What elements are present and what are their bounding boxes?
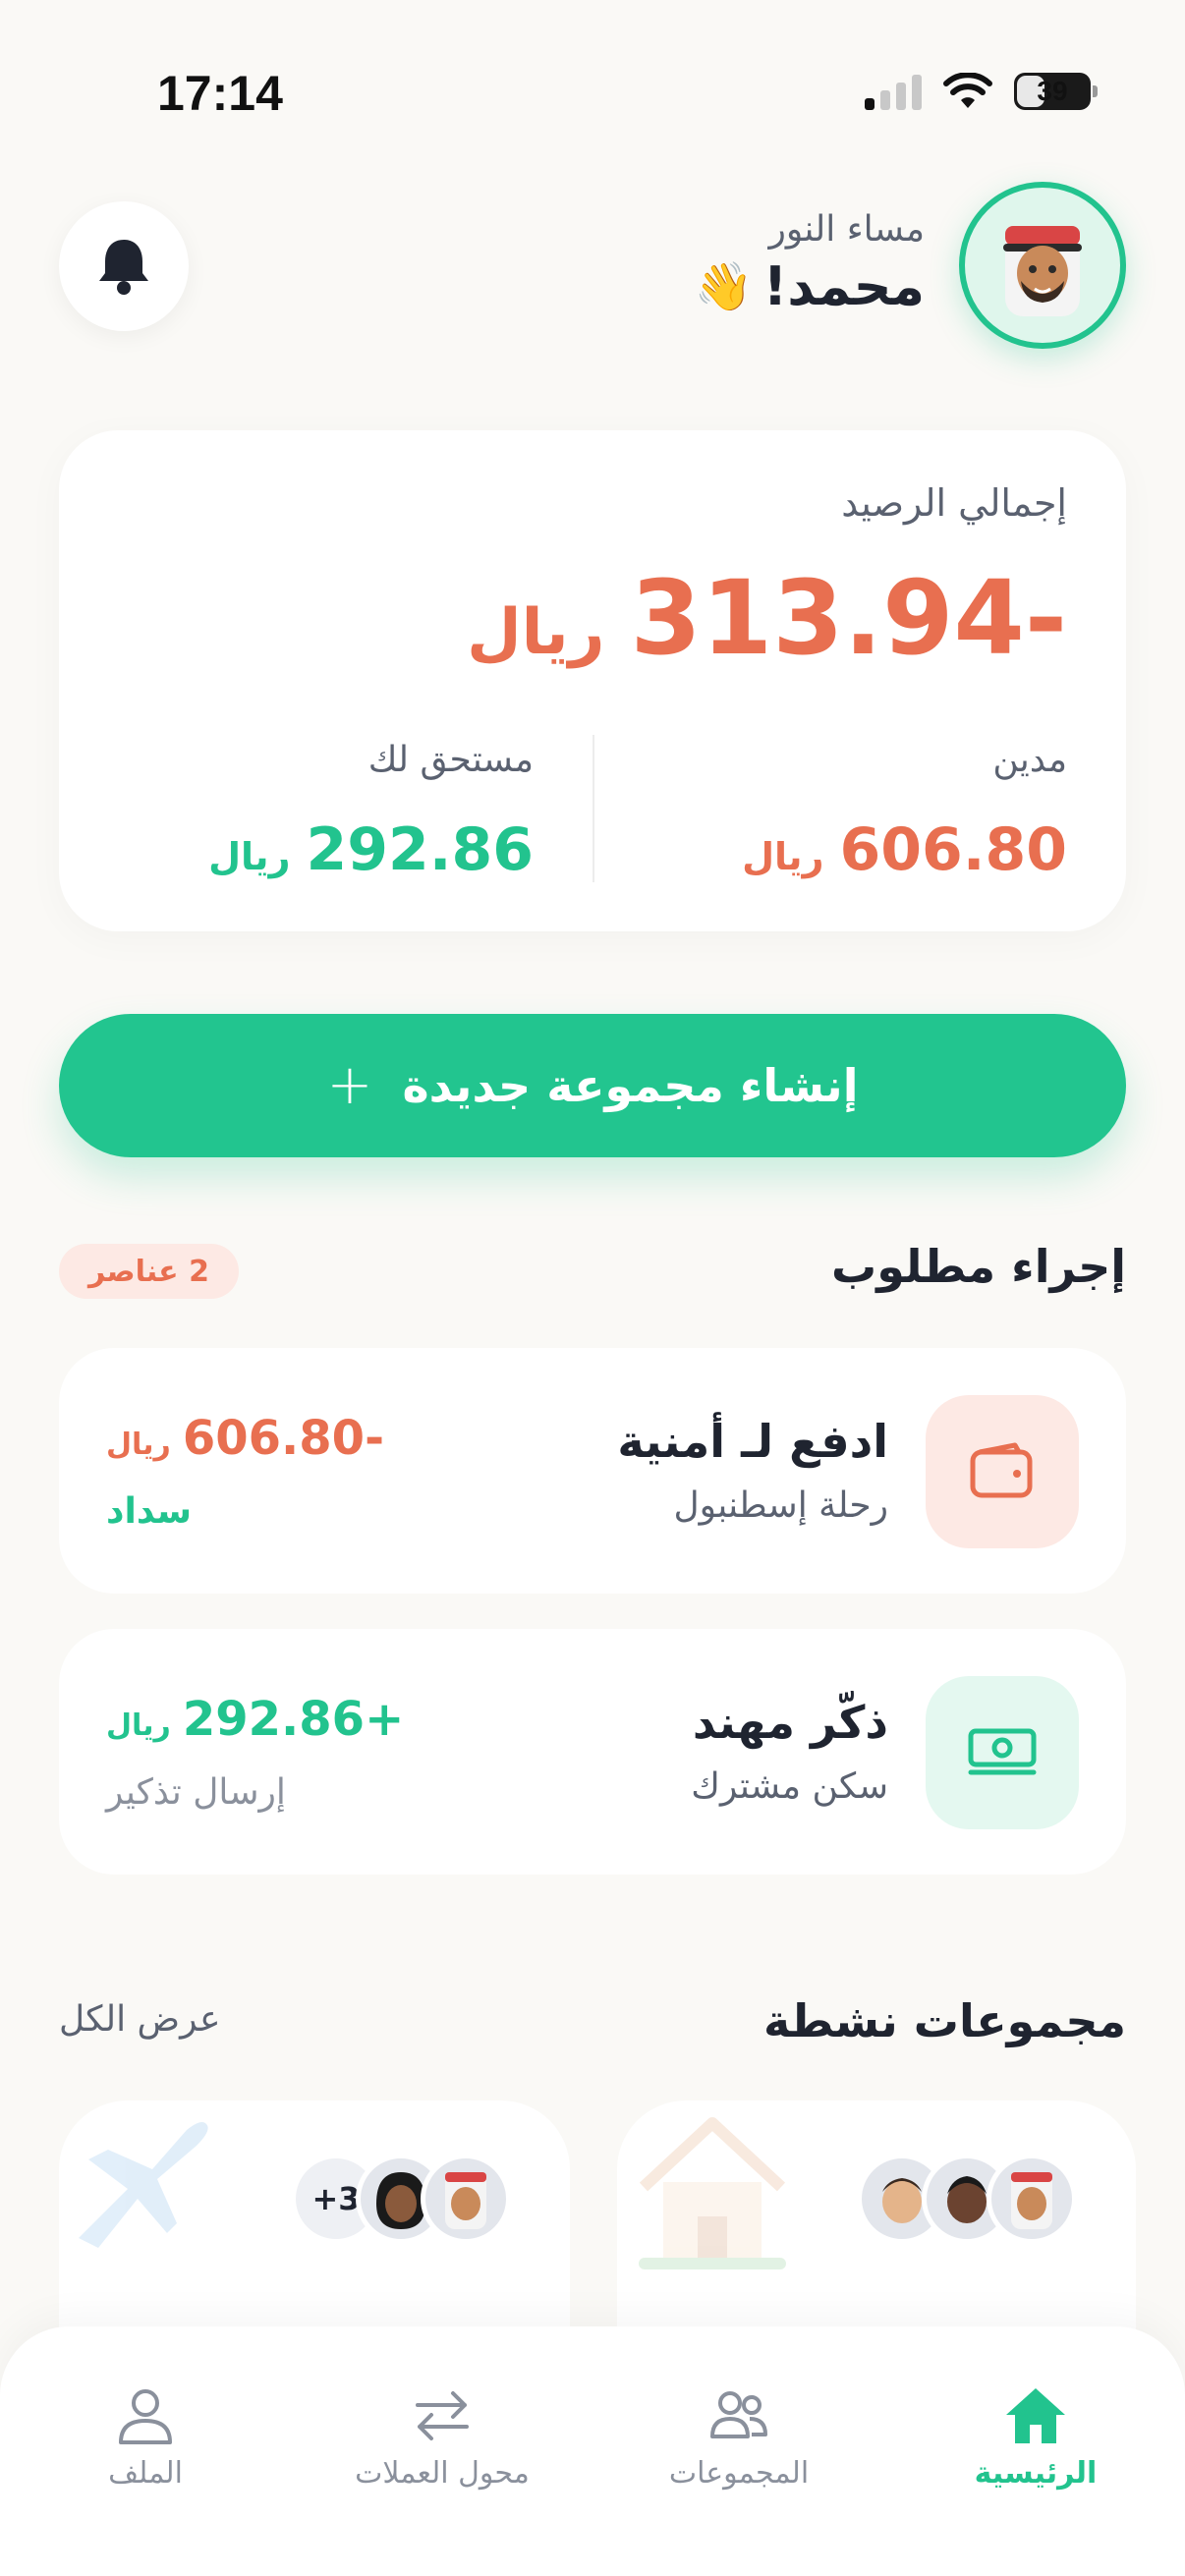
action-amount-value: 292.86+: [182, 1692, 405, 1747]
battery-icon: 39: [1014, 73, 1098, 110]
action-title: ذكّر مهند: [692, 1696, 888, 1749]
wallet-icon: [970, 1442, 1033, 1498]
member-avatar-icon: [987, 2154, 1077, 2244]
greeting-text: مساء النور: [768, 209, 925, 250]
nav-groups-tab[interactable]: المجموعات: [611, 2385, 867, 2491]
header: مساء النور محمد! 👋: [59, 182, 1126, 349]
pay-button[interactable]: سداد: [106, 1491, 192, 1532]
member-avatar-icon: [421, 2154, 511, 2244]
user-name: محمد!: [762, 255, 925, 317]
due-label: مستحق لك: [367, 740, 534, 780]
create-group-button[interactable]: إنشاء مجموعة جديدة +: [59, 1014, 1126, 1157]
action-title: ادفع لـ أمنية: [617, 1415, 888, 1468]
total-balance-label: إجمالي الرصيد: [841, 481, 1067, 525]
profile-icon: [119, 2389, 172, 2444]
nav-label: المجموعات: [668, 2456, 810, 2491]
action-amount: ريال 292.86+: [106, 1692, 404, 1747]
total-balance-value: 313.94-: [630, 558, 1068, 678]
bottom-nav: الرئيسية المجموعات محول العملات الملف: [0, 2326, 1185, 2576]
due-value: 292.86: [306, 815, 534, 884]
action-subtitle: رحلة إسطنبول: [673, 1485, 888, 1526]
nav-label: محول العملات: [355, 2456, 530, 2491]
currency-label: ريال: [742, 835, 824, 878]
nav-home-tab[interactable]: الرئيسية: [908, 2385, 1163, 2491]
nav-profile-tab[interactable]: الملف: [18, 2385, 273, 2491]
wifi-icon: [943, 73, 992, 108]
currency-label: ريال: [106, 1428, 171, 1462]
divider: [592, 735, 594, 882]
currency-converter-icon: [416, 2391, 469, 2440]
status-icons: 39: [865, 73, 1098, 110]
action-card-pay[interactable]: ادفع لـ أمنية رحلة إسطنبول ريال 606.80- …: [59, 1348, 1126, 1594]
active-groups-title: مجموعات نشطة: [762, 1994, 1126, 2047]
currency-label: ريال: [208, 835, 291, 878]
user-name-row: محمد! 👋: [695, 255, 925, 317]
action-amount-value: 606.80-: [182, 1411, 384, 1466]
due-section: مستحق لك 292.86 ريال: [121, 740, 534, 884]
status-time: 17:14: [157, 66, 283, 121]
action-subtitle: سكن مشترك: [691, 1766, 888, 1807]
nav-label: الرئيسية: [974, 2456, 1098, 2491]
owed-amount: 606.80 ريال: [654, 815, 1067, 884]
status-bar: 17:14 39: [0, 0, 1185, 187]
owed-label: مدين: [992, 740, 1067, 780]
airplane-icon: [79, 2122, 208, 2248]
see-all-link[interactable]: عرض الكل: [59, 1999, 220, 2040]
group-members: +3: [291, 2154, 511, 2244]
waving-hand-icon: 👋: [694, 259, 754, 314]
action-amount: ريال 606.80-: [106, 1411, 384, 1466]
currency-label: ريال: [106, 1708, 171, 1743]
home-icon: [1006, 2388, 1065, 2443]
items-count-badge: 2 عناصر: [59, 1244, 239, 1299]
balance-card: إجمالي الرصيد ريال 313.94- مدين 606.80 ر…: [59, 430, 1126, 931]
owed-value: 606.80: [839, 815, 1067, 884]
total-balance-amount: ريال 313.94-: [467, 558, 1067, 678]
house-icon: [639, 2117, 786, 2269]
create-group-label: إنشاء مجموعة جديدة: [402, 1059, 859, 1112]
nav-label: الملف: [108, 2456, 183, 2491]
groups-icon: [710, 2391, 767, 2438]
cellular-signal-icon: [865, 73, 922, 110]
group-members: [857, 2154, 1077, 2244]
cash-icon: [968, 1728, 1037, 1775]
greeting-block: مساء النور محمد! 👋: [695, 209, 925, 317]
avatar[interactable]: [959, 182, 1126, 349]
plus-icon: +: [326, 1053, 373, 1117]
user-avatar-icon: [1003, 226, 1082, 316]
wallet-icon-box: [926, 1395, 1079, 1548]
notifications-button[interactable]: [59, 201, 189, 331]
action-card-remind[interactable]: ذكّر مهند سكن مشترك ريال 292.86+ إرسال ت…: [59, 1629, 1126, 1875]
bell-icon: [99, 240, 148, 295]
action-required-title: إجراء مطلوب: [831, 1240, 1126, 1293]
battery-percent: 39: [1037, 76, 1068, 106]
cash-icon-box: [926, 1676, 1079, 1829]
send-reminder-button[interactable]: إرسال تذكير: [106, 1772, 286, 1813]
due-amount: 292.86 ريال: [121, 815, 534, 884]
owed-section: مدين 606.80 ريال: [654, 740, 1067, 884]
currency-label: ريال: [467, 596, 605, 669]
nav-currency-converter-tab[interactable]: محول العملات: [314, 2385, 570, 2491]
